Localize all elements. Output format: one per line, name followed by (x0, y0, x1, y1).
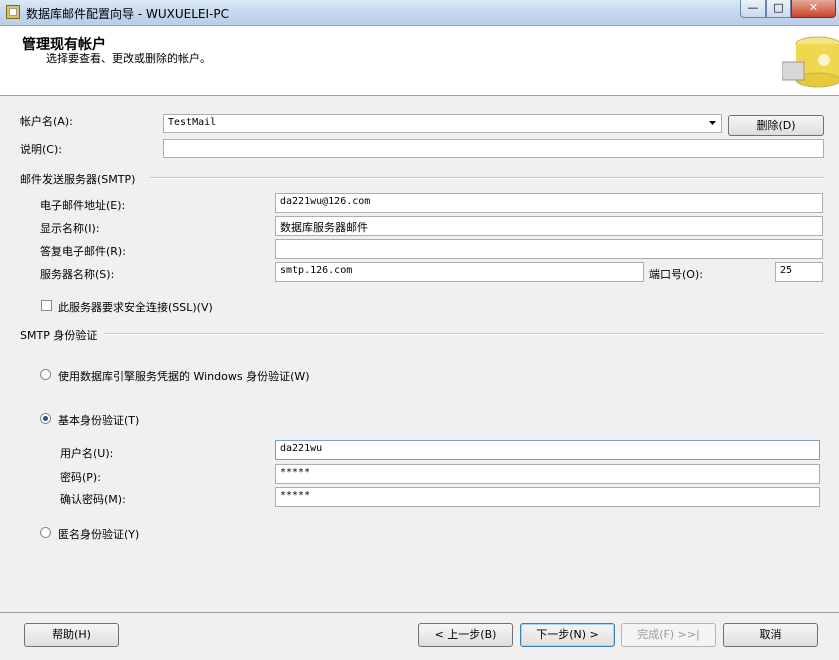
anonymous-auth-radio[interactable] (40, 527, 51, 538)
display-name-field[interactable]: 数据库服务器邮件 (275, 216, 823, 236)
windows-auth-label: 使用数据库引擎服务凭据的 Windows 身份验证(W) (58, 370, 310, 383)
reply-email-label: 答复电子邮件(R): (40, 245, 126, 258)
help-button[interactable]: 帮助(H) (24, 623, 119, 647)
account-name-select[interactable]: TestMail (163, 114, 722, 133)
auth-section-label: SMTP 身份验证 (20, 329, 98, 342)
cancel-button[interactable]: 取消 (723, 623, 818, 647)
page-subtitle: 选择要查看、更改或删除的帐户。 (46, 52, 211, 65)
display-name-label: 显示名称(I): (40, 222, 100, 235)
auth-divider (104, 333, 825, 335)
password-field[interactable]: ***** (275, 464, 820, 484)
wizard-header: 管理现有帐户 选择要查看、更改或删除的帐户。 (0, 26, 839, 96)
title-bar: 数据库邮件配置向导 - WUXUELEI-PC — □ ✕ (0, 0, 839, 26)
username-label: 用户名(U): (60, 447, 114, 460)
next-button[interactable]: 下一步(N) > (520, 623, 615, 647)
basic-auth-radio[interactable] (40, 413, 51, 424)
reply-email-field[interactable] (275, 239, 823, 259)
confirm-password-field[interactable]: ***** (275, 487, 820, 507)
ssl-checkbox[interactable] (41, 300, 52, 311)
confirm-password-label: 确认密码(M): (60, 493, 126, 506)
minimize-button[interactable]: — (740, 0, 766, 18)
maximize-button[interactable]: □ (766, 0, 791, 18)
windows-auth-radio[interactable] (40, 369, 51, 380)
account-name-value: TestMail (168, 117, 217, 128)
ssl-label: 此服务器要求安全连接(SSL)(V) (58, 301, 213, 314)
smtp-divider (150, 177, 825, 179)
email-label: 电子邮件地址(E): (40, 199, 126, 212)
window-title: 数据库邮件配置向导 - WUXUELEI-PC (26, 7, 229, 21)
username-field[interactable]: da221wu (275, 440, 820, 460)
server-name-label: 服务器名称(S): (40, 268, 115, 281)
account-name-label: 帐户名(A): (20, 115, 73, 128)
finish-button[interactable]: 完成(F) >>| (621, 623, 716, 647)
port-label: 端口号(O): (649, 268, 703, 281)
app-icon (6, 5, 20, 19)
anonymous-auth-label: 匿名身份验证(Y) (58, 528, 140, 541)
smtp-section-label: 邮件发送服务器(SMTP) (20, 173, 136, 186)
close-button[interactable]: ✕ (791, 0, 836, 18)
delete-button[interactable]: 删除(D) (728, 115, 824, 136)
server-name-field[interactable]: smtp.126.com (275, 262, 644, 282)
basic-auth-label: 基本身份验证(T) (58, 414, 140, 427)
password-label: 密码(P): (60, 471, 101, 484)
port-field[interactable]: 25 (775, 262, 823, 282)
description-label: 说明(C): (20, 143, 62, 156)
wizard-header-graphic (782, 36, 839, 88)
back-button[interactable]: < 上一步(B) (418, 623, 513, 647)
email-field[interactable]: da221wu@126.com (275, 193, 823, 213)
dropdown-arrow-icon[interactable] (708, 118, 717, 130)
description-field[interactable] (163, 139, 824, 158)
footer-divider (0, 612, 839, 613)
